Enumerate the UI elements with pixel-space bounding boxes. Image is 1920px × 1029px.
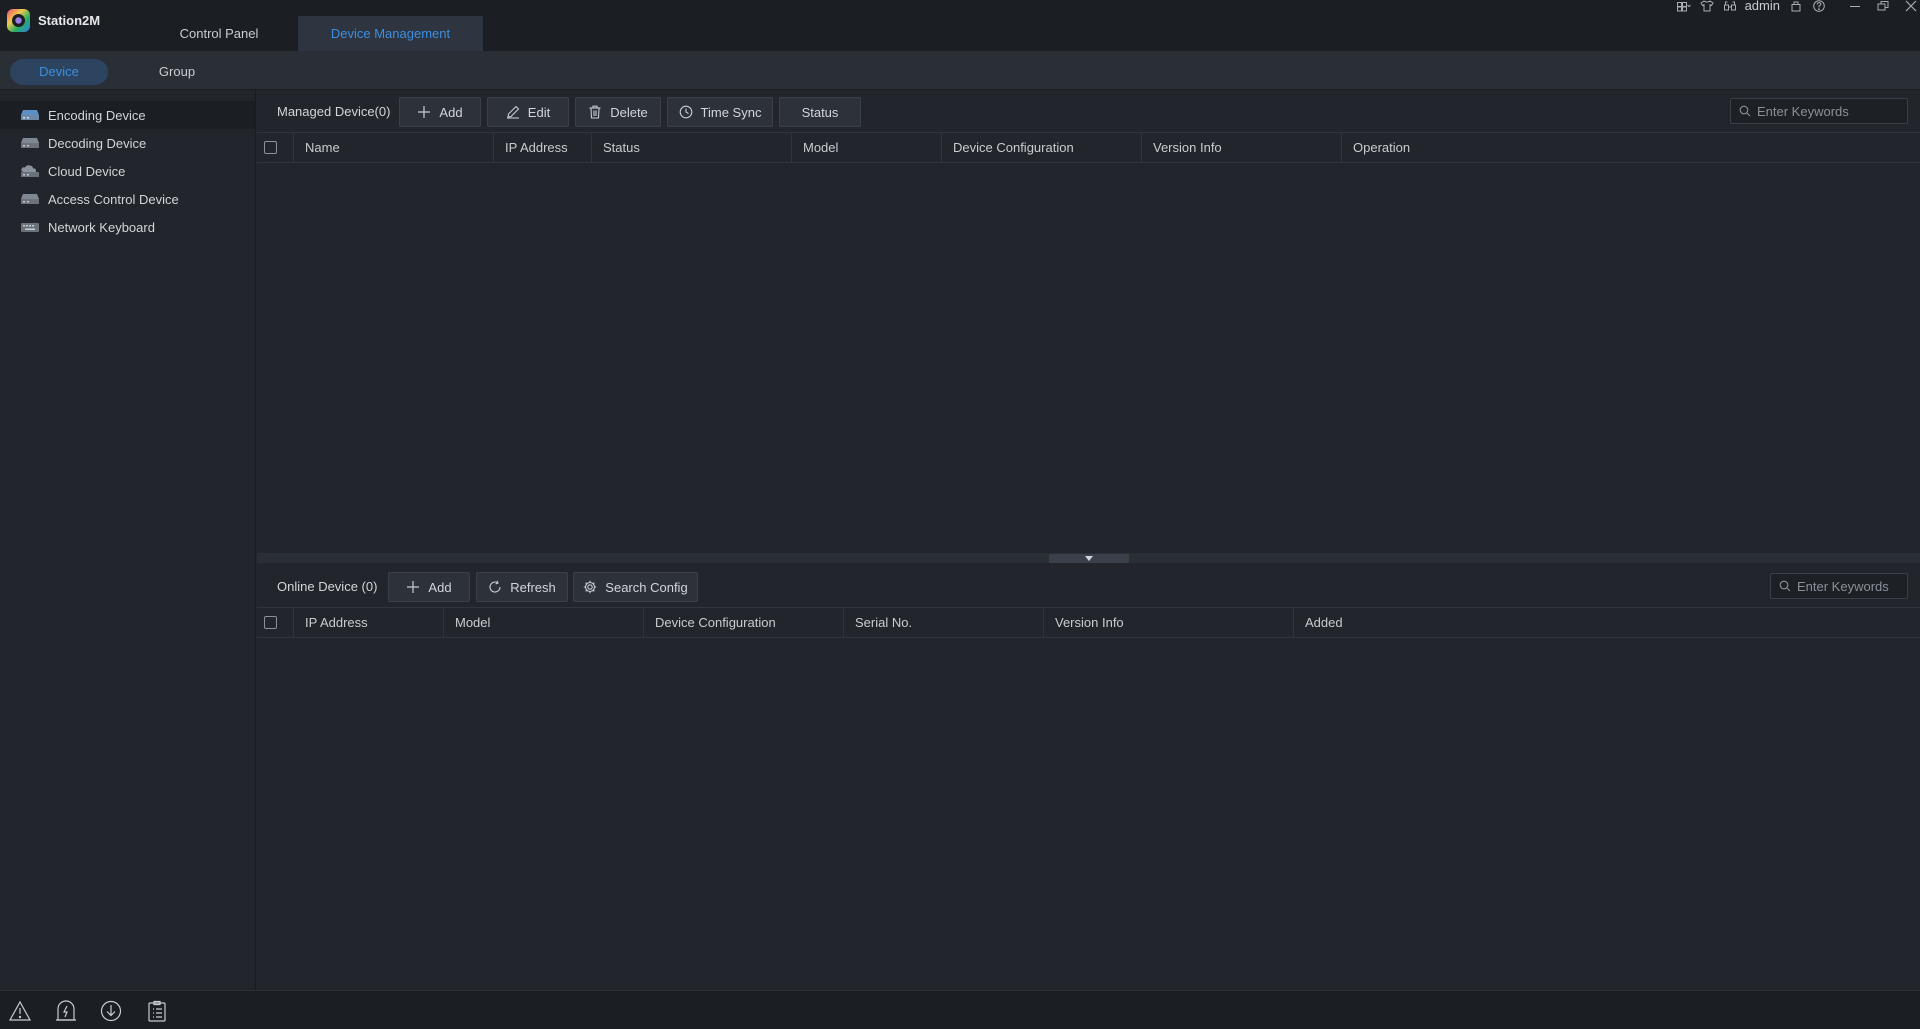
- online-device-table-body: [257, 638, 1920, 990]
- task-list-icon[interactable]: [146, 1000, 168, 1022]
- online-search-box[interactable]: [1770, 573, 1908, 599]
- app-logo-icon: [7, 9, 30, 32]
- collapse-handle[interactable]: [1049, 554, 1129, 563]
- search-icon: [1739, 105, 1751, 117]
- edit-button[interactable]: Edit: [487, 97, 569, 127]
- select-all-online-checkbox[interactable]: [264, 616, 277, 629]
- time-sync-button-label: Time Sync: [700, 104, 762, 120]
- subtab-device[interactable]: Device: [10, 59, 108, 85]
- sidebar-item-label: Access Control Device: [48, 192, 179, 207]
- decoding-device-icon: [21, 138, 39, 148]
- sidebar-item-access-control-device[interactable]: Access Control Device: [0, 185, 255, 213]
- chevron-down-icon: [1085, 556, 1093, 561]
- search-icon: [1779, 580, 1791, 592]
- sidebar-item-label: Cloud Device: [48, 164, 126, 179]
- window-controls: admin: [1668, 0, 1920, 12]
- lock-screen-icon[interactable]: [1723, 0, 1737, 12]
- layout-menu-icon[interactable]: [1676, 0, 1691, 12]
- add-button-label: Add: [439, 104, 463, 120]
- sidebar-item-encoding-device[interactable]: Encoding Device: [0, 101, 255, 129]
- column-header-version-info[interactable]: Version Info: [1141, 133, 1341, 162]
- encoding-device-icon: [21, 110, 39, 120]
- column-header-operation[interactable]: Operation: [1341, 133, 1920, 162]
- shirt-skin-icon[interactable]: [1699, 0, 1714, 12]
- column-header-ip-address[interactable]: IP Address: [293, 608, 443, 637]
- clock-icon: [679, 105, 692, 119]
- online-device-table-header: IP Address Model Device Configuration Se…: [257, 607, 1920, 638]
- status-button-label: Status: [801, 104, 839, 120]
- managed-search-box[interactable]: [1730, 98, 1908, 124]
- managed-device-table-body: [257, 163, 1920, 553]
- download-icon[interactable]: [100, 1000, 122, 1022]
- time-sync-button[interactable]: Time Sync: [667, 97, 773, 127]
- column-header-ip-address[interactable]: IP Address: [493, 133, 591, 162]
- online-search-input[interactable]: [1797, 574, 1902, 598]
- bottom-status-bar: [0, 990, 1920, 1029]
- select-all-managed-checkbox[interactable]: [264, 141, 277, 154]
- device-main-panel: Managed Device(0) Add Edit Delete Time S…: [257, 90, 1920, 990]
- device-type-sidebar: Encoding Device Decoding Device Cloud De…: [0, 90, 256, 990]
- add-online-device-button[interactable]: Add: [388, 572, 470, 602]
- sub-tab-bar: Device Group: [0, 51, 1920, 90]
- minimize-icon[interactable]: [1848, 0, 1862, 12]
- alarm-warning-icon[interactable]: [9, 1000, 31, 1022]
- access-control-device-icon: [21, 194, 39, 204]
- column-header-model[interactable]: Model: [443, 608, 643, 637]
- subtab-group[interactable]: Group: [128, 59, 226, 85]
- sidebar-item-network-keyboard[interactable]: Network Keyboard: [0, 213, 255, 241]
- tab-control-panel[interactable]: Control Panel: [140, 16, 298, 51]
- panel-splitter[interactable]: [257, 553, 1920, 563]
- column-header-status[interactable]: Status: [591, 133, 791, 162]
- edit-button-label: Edit: [527, 104, 551, 120]
- help-icon[interactable]: [1812, 0, 1826, 12]
- title-bar: Station2M Control Panel Device Managemen…: [0, 0, 1920, 51]
- restore-icon[interactable]: [1876, 0, 1890, 12]
- search-config-button[interactable]: Search Config: [573, 572, 698, 602]
- delete-button-label: Delete: [610, 104, 648, 120]
- managed-device-table-header: Name IP Address Status Model Device Conf…: [257, 132, 1920, 163]
- refresh-icon: [489, 580, 501, 593]
- refresh-button-label: Refresh: [510, 579, 556, 595]
- column-header-added[interactable]: Added: [1293, 608, 1920, 637]
- managed-device-title: Managed Device(0): [277, 104, 391, 119]
- gear-icon: [584, 580, 597, 594]
- column-header-model[interactable]: Model: [791, 133, 941, 162]
- plus-icon: [418, 106, 431, 118]
- add-managed-device-button[interactable]: Add: [399, 97, 481, 127]
- managed-device-toolbar: Managed Device(0) Add Edit Delete Time S…: [257, 90, 1920, 132]
- sidebar-item-label: Encoding Device: [48, 108, 146, 123]
- close-icon[interactable]: [1904, 0, 1918, 12]
- plus-icon: [407, 581, 420, 593]
- sidebar-item-cloud-device[interactable]: Cloud Device: [0, 157, 255, 185]
- column-header-name[interactable]: Name: [293, 133, 493, 162]
- pencil-icon: [506, 105, 520, 119]
- cloud-device-icon: [21, 165, 39, 177]
- search-config-button-label: Search Config: [605, 579, 688, 595]
- managed-search-input[interactable]: [1757, 99, 1897, 123]
- app-name: Station2M: [38, 13, 101, 28]
- column-header-device-configuration[interactable]: Device Configuration: [941, 133, 1141, 162]
- user-name[interactable]: admin: [1745, 0, 1780, 12]
- sidebar-item-label: Network Keyboard: [48, 220, 155, 235]
- column-header-version-info[interactable]: Version Info: [1043, 608, 1293, 637]
- online-device-toolbar: Online Device (0) Add Refresh Search Con…: [257, 565, 1920, 607]
- status-button[interactable]: Status: [779, 97, 861, 127]
- column-header-serial-no[interactable]: Serial No.: [843, 608, 1043, 637]
- online-device-title: Online Device (0): [277, 579, 378, 594]
- network-keyboard-icon: [21, 223, 39, 232]
- upgrade-icon[interactable]: [55, 1000, 77, 1022]
- trash-icon: [589, 105, 601, 119]
- user-lock-icon[interactable]: [1789, 0, 1803, 12]
- sidebar-item-label: Decoding Device: [48, 136, 147, 151]
- column-header-device-configuration[interactable]: Device Configuration: [643, 608, 843, 637]
- add-button-label: Add: [428, 579, 452, 595]
- refresh-button[interactable]: Refresh: [476, 572, 568, 602]
- sidebar-item-decoding-device[interactable]: Decoding Device: [0, 129, 255, 157]
- tab-device-management[interactable]: Device Management: [298, 16, 483, 51]
- delete-button[interactable]: Delete: [575, 97, 661, 127]
